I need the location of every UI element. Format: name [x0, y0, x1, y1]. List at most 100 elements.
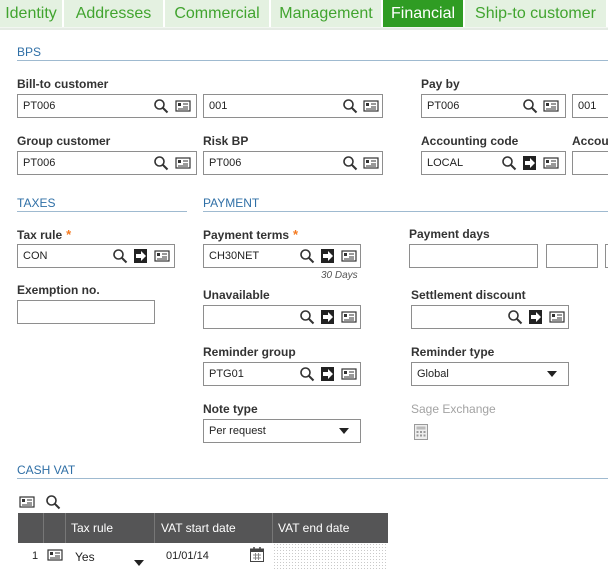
- section-divider: [203, 211, 608, 212]
- vat-start-date-cell[interactable]: 01/01/14: [166, 550, 209, 562]
- chevron-down-icon[interactable]: [134, 553, 144, 571]
- payment-days-field-1[interactable]: [409, 244, 538, 268]
- group-customer-value: PT006: [23, 157, 56, 169]
- search-icon[interactable]: [153, 98, 169, 114]
- tab-identity[interactable]: Identity: [0, 0, 64, 27]
- reminder-type-select[interactable]: Global: [411, 362, 569, 386]
- calendar-icon[interactable]: [250, 547, 264, 562]
- tax-rule-field[interactable]: CON: [17, 244, 175, 268]
- accounting-cut-label: Accou: [572, 134, 608, 148]
- row-detail-icon[interactable]: [47, 547, 63, 563]
- section-heading-bps: BPS: [17, 45, 42, 59]
- search-icon[interactable]: [299, 248, 315, 264]
- search-icon[interactable]: [112, 248, 128, 264]
- tab-ship-to-customer[interactable]: Ship-to customer: [465, 0, 608, 27]
- calculator-icon[interactable]: [414, 424, 428, 440]
- accounting-cut-field[interactable]: [572, 151, 608, 175]
- tax-rule-value: CON: [23, 250, 48, 262]
- detail-icon[interactable]: [363, 98, 379, 114]
- tax-rule-label-text: Tax rule: [17, 228, 63, 242]
- note-type-select[interactable]: Per request: [203, 419, 361, 443]
- bill-to-address-value: 001: [209, 100, 228, 112]
- search-icon[interactable]: [342, 98, 358, 114]
- detail-icon[interactable]: [543, 98, 559, 114]
- goto-icon[interactable]: [320, 309, 336, 325]
- bill-to-customer-label: Bill-to customer: [17, 77, 109, 91]
- tab-commercial[interactable]: Commercial: [165, 0, 271, 27]
- tab-management[interactable]: Management: [271, 0, 383, 27]
- grid-search-icon[interactable]: [45, 494, 61, 510]
- unavailable-label: Unavailable: [203, 288, 270, 302]
- section-divider: [17, 211, 187, 212]
- vat-end-date-cell[interactable]: [273, 543, 388, 570]
- goto-icon[interactable]: [320, 366, 336, 382]
- payment-terms-field[interactable]: CH30NET: [203, 244, 361, 268]
- search-icon[interactable]: [299, 309, 315, 325]
- bill-to-customer-field[interactable]: PT006: [17, 94, 197, 118]
- pay-by-label: Pay by: [421, 77, 460, 91]
- goto-icon[interactable]: [320, 248, 336, 264]
- sage-exchange-label: Sage Exchange: [411, 402, 496, 416]
- bill-to-customer-value: PT006: [23, 100, 56, 112]
- group-customer-field[interactable]: PT006: [17, 151, 197, 175]
- group-customer-label: Group customer: [17, 134, 111, 148]
- column-divider: [272, 513, 273, 543]
- unavailable-field[interactable]: [203, 305, 361, 329]
- row-number: 1: [32, 550, 39, 562]
- search-icon[interactable]: [299, 366, 315, 382]
- risk-bp-field[interactable]: PT006: [203, 151, 383, 175]
- goto-icon[interactable]: [522, 155, 538, 171]
- payment-days-label: Payment days: [409, 227, 490, 241]
- tax-rule-cell[interactable]: Yes: [75, 550, 95, 564]
- detail-icon[interactable]: [154, 248, 170, 264]
- payment-terms-label-text: Payment terms: [203, 228, 290, 242]
- accounting-code-label: Accounting code: [421, 134, 519, 148]
- chevron-down-icon[interactable]: [546, 370, 562, 386]
- settlement-discount-label: Settlement discount: [411, 288, 526, 302]
- detail-icon[interactable]: [549, 309, 565, 325]
- bill-to-address-field[interactable]: 001: [203, 94, 383, 118]
- chevron-down-icon[interactable]: [338, 427, 354, 443]
- column-header-vat-start-date[interactable]: VAT start date: [161, 513, 236, 543]
- pay-by-address-field[interactable]: 001: [572, 94, 608, 118]
- note-type-value: Per request: [209, 425, 266, 437]
- detail-icon[interactable]: [175, 155, 191, 171]
- search-icon[interactable]: [501, 155, 517, 171]
- detail-icon[interactable]: [341, 248, 357, 264]
- search-icon[interactable]: [342, 155, 358, 171]
- grid-detail-icon[interactable]: [19, 494, 35, 510]
- detail-icon[interactable]: [341, 309, 357, 325]
- section-heading-taxes: TAXES: [17, 196, 56, 210]
- reminder-type-value: Global: [417, 368, 449, 380]
- search-icon[interactable]: [153, 155, 169, 171]
- tab-bar: Identity Addresses Commercial Management…: [0, 0, 608, 30]
- reminder-group-field[interactable]: PTG01: [203, 362, 361, 386]
- detail-icon[interactable]: [543, 155, 559, 171]
- section-divider: [17, 478, 608, 479]
- tax-rule-label: Tax rule *: [17, 227, 71, 242]
- grid-header: Tax rule VAT start date VAT end date: [18, 513, 388, 543]
- reminder-group-label: Reminder group: [203, 345, 296, 359]
- tab-financial[interactable]: Financial: [383, 0, 465, 27]
- section-divider: [17, 60, 608, 61]
- search-icon[interactable]: [522, 98, 538, 114]
- detail-icon[interactable]: [175, 98, 191, 114]
- detail-icon[interactable]: [363, 155, 379, 171]
- tab-addresses[interactable]: Addresses: [64, 0, 165, 27]
- payment-days-field-2[interactable]: [546, 244, 598, 268]
- column-header-vat-end-date[interactable]: VAT end date: [278, 513, 349, 543]
- section-heading-cash-vat: CASH VAT: [17, 463, 76, 477]
- detail-icon[interactable]: [341, 366, 357, 382]
- accounting-code-field[interactable]: LOCAL: [421, 151, 566, 175]
- exemption-no-label: Exemption no.: [17, 283, 100, 297]
- table-row[interactable]: 1 Yes 01/01/14: [18, 543, 388, 570]
- column-header-tax-rule[interactable]: Tax rule: [71, 513, 113, 543]
- settlement-discount-field[interactable]: [411, 305, 569, 329]
- exemption-no-field[interactable]: [17, 300, 155, 324]
- goto-icon[interactable]: [528, 309, 544, 325]
- column-divider: [65, 513, 66, 543]
- pay-by-field[interactable]: PT006: [421, 94, 566, 118]
- search-icon[interactable]: [507, 309, 523, 325]
- goto-icon[interactable]: [133, 248, 149, 264]
- pay-by-value: PT006: [427, 100, 460, 112]
